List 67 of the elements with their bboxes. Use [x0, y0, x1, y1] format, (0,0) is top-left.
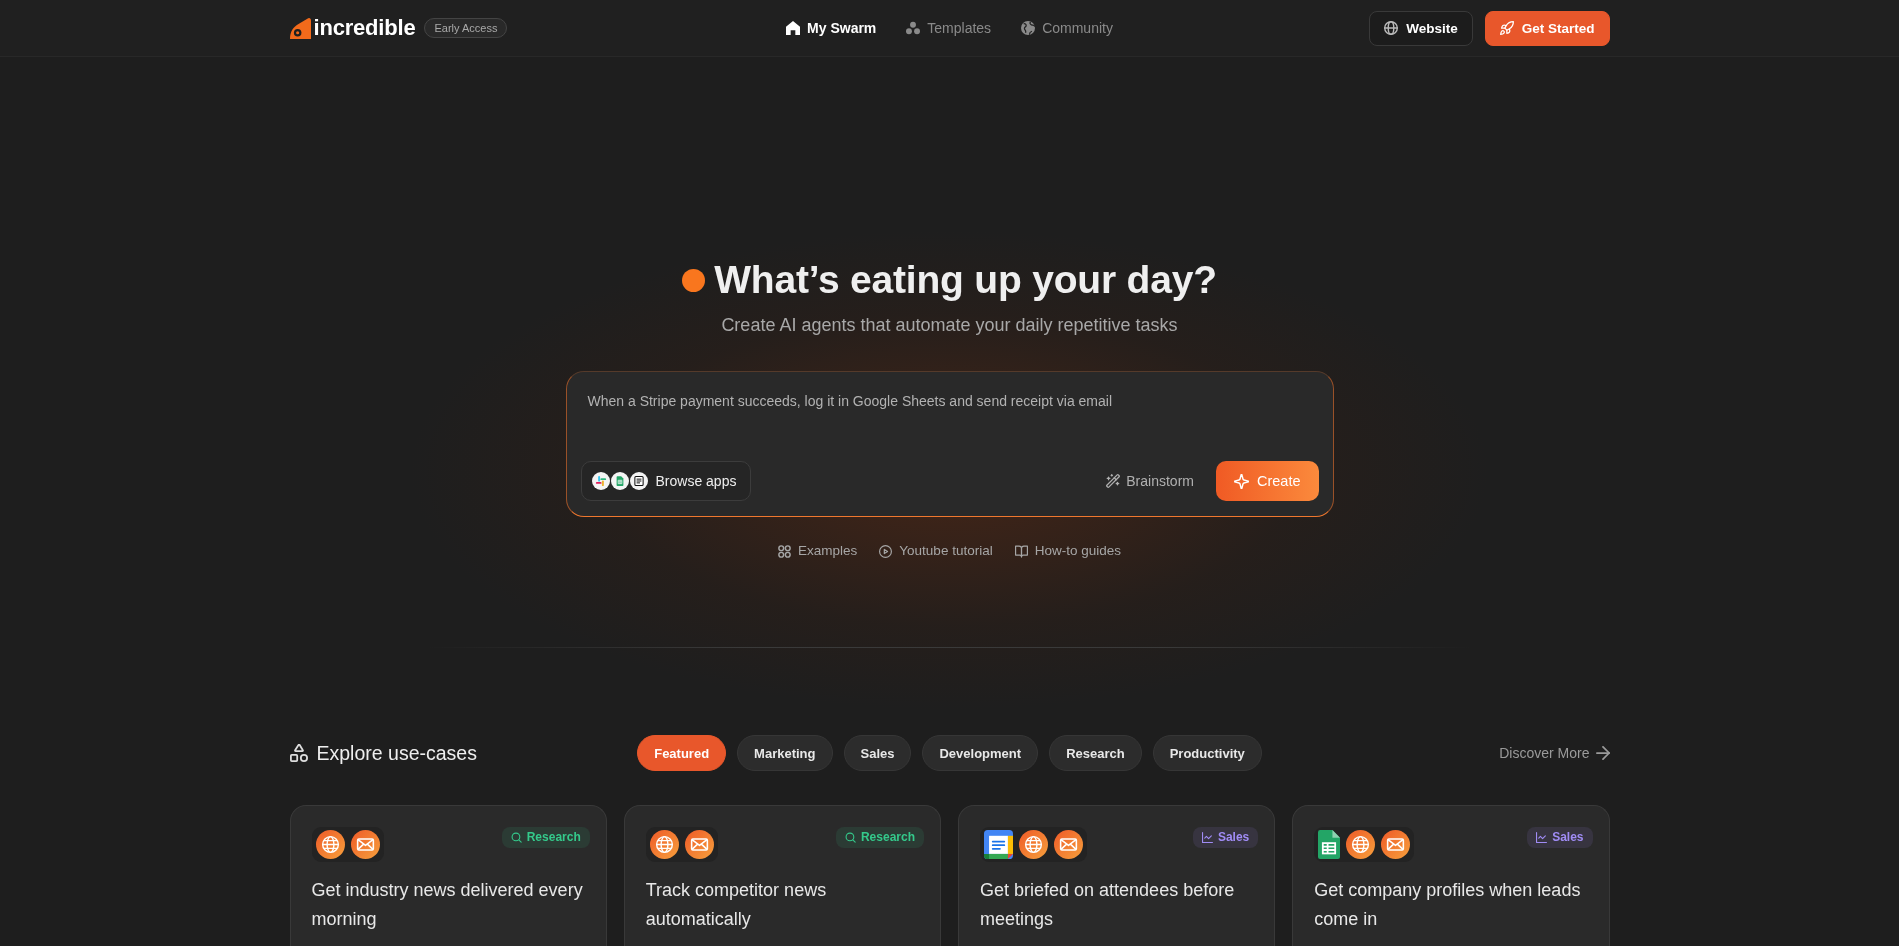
dot-icon — [682, 268, 706, 292]
card-title: Get briefed on attendees before meetings — [980, 879, 1236, 931]
open-book-icon — [1014, 544, 1028, 558]
use-case-card[interactable]: Sales Get briefed on attendees before meetings — [958, 805, 1276, 946]
nav-link[interactable]: Templates — [906, 20, 992, 36]
prompt-card[interactable]: When a Stripe payment succeeds, log it in Google Sheets and send receipt via email Browse apps Brainstorm Create — [565, 371, 1334, 517]
nav-link[interactable]: My Swarm — [786, 20, 877, 36]
logo-icon — [289, 17, 311, 39]
discover-more-link[interactable]: Discover More — [1499, 745, 1610, 761]
magic-wand-icon — [1106, 474, 1121, 488]
filter-tab[interactable]: Featured — [637, 735, 727, 771]
prompt-field[interactable]: When a Stripe payment succeeds, log it in Google Sheets and send receipt via email — [580, 385, 1319, 461]
line-chart-icon — [1201, 832, 1213, 843]
three-circles-icon — [906, 21, 921, 35]
envelope-icon — [1381, 830, 1411, 859]
browse-apps-button[interactable]: Browse apps — [580, 461, 752, 501]
envelope-icon — [684, 830, 714, 859]
filter-tab[interactable]: Development — [922, 735, 1039, 771]
envelope-icon — [350, 830, 380, 859]
play-circle-icon — [879, 544, 893, 558]
globe-icon — [1346, 830, 1376, 859]
early-access-badge: Early Access — [424, 18, 508, 38]
website-button[interactable]: Website — [1369, 10, 1473, 46]
colored-hash-icon — [591, 472, 610, 490]
help-link[interactable]: Examples — [778, 542, 858, 560]
filter-tab[interactable]: Marketing — [737, 735, 833, 771]
globe-icon — [1021, 21, 1036, 35]
use-case-card[interactable]: Research Get industry news delivered every morning — [289, 805, 607, 946]
search-icon — [844, 832, 856, 843]
globe-icon — [649, 830, 679, 859]
help-link[interactable]: How-to guides — [1014, 542, 1121, 560]
category-label: Sales — [1552, 830, 1584, 845]
rocket-icon — [1499, 21, 1514, 35]
use-case-card[interactable]: Research Track competitor news automatically — [623, 805, 941, 946]
line-chart-icon — [1536, 832, 1548, 843]
filter-tab[interactable]: Research — [1049, 735, 1142, 771]
filter-tab[interactable]: Productivity — [1152, 735, 1262, 771]
four-circles-icon — [778, 544, 792, 558]
category-label: Sales — [1217, 830, 1250, 845]
category-label: Research — [860, 830, 915, 845]
home-icon — [786, 21, 801, 35]
arrow-right-icon — [1595, 746, 1610, 760]
logo-link[interactable]: incredible — [289, 15, 416, 41]
card-title: Get company profiles when leads come in — [1314, 879, 1582, 931]
section-title: Explore use-cases — [316, 741, 477, 765]
calendar-icon — [984, 830, 1013, 859]
globe-icon — [1019, 830, 1048, 859]
envelope-icon — [1054, 830, 1083, 859]
card-title: Track competitor news automatically — [645, 879, 828, 931]
card-title: Get industry news delivered every morning — [311, 879, 584, 931]
spreadsheet-icon — [610, 472, 629, 490]
filter-tab[interactable]: Sales — [843, 735, 912, 771]
notebook-icon — [629, 472, 648, 490]
page-subtitle: Create AI agents that automate your daily repetitive tasks — [721, 314, 1178, 337]
nav-link[interactable]: Community — [1021, 20, 1113, 36]
globe-icon — [1384, 21, 1399, 35]
help-link[interactable]: Youtube tutorial — [879, 542, 993, 560]
category-label: Research — [526, 830, 581, 845]
page-title: What’s eating up your day? — [714, 257, 1217, 303]
brainstorm-button[interactable]: Brainstorm — [1104, 473, 1196, 489]
sparkle-icon — [1233, 473, 1249, 489]
shapes-icon — [289, 744, 308, 762]
spreadsheet-icon — [1318, 830, 1341, 859]
search-icon — [510, 832, 522, 843]
globe-icon — [315, 830, 345, 859]
use-case-card[interactable]: Sales Get company profiles when leads come in — [1292, 805, 1610, 946]
get-started-button[interactable]: Get Started — [1484, 10, 1610, 46]
